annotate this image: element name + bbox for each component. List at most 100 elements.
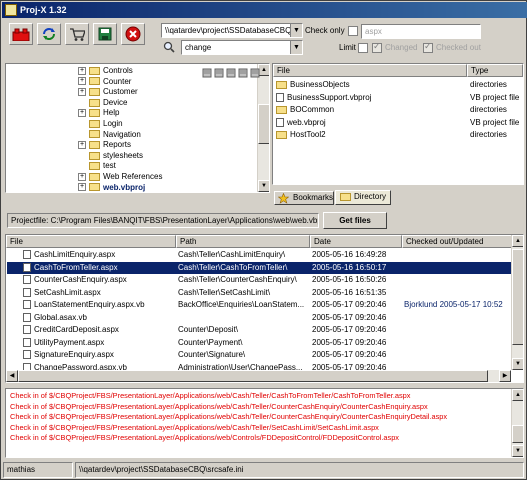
file-row[interactable]: Global.asax.vb 2005-05-17 09:20:46	[7, 312, 511, 325]
chevron-down-icon[interactable]: ▼	[290, 41, 302, 54]
file-header[interactable]: File	[6, 235, 176, 248]
dir-file: BusinessSupport.vbproj	[287, 92, 372, 102]
file-date-cell: 2005-05-16 16:49:28	[312, 250, 387, 259]
file-row[interactable]: CashToFromTeller.aspx Cash\Teller\CashToF…	[7, 261, 511, 274]
project-icon	[276, 117, 284, 127]
file-icon	[23, 312, 31, 322]
folder-icon	[276, 130, 287, 139]
projectfile-value: Projectfile: C:\Program Files\BANQIT\FBS…	[11, 216, 319, 225]
dir-type: directories	[470, 130, 507, 139]
directory-list: File Type BusinessObjects directories Busi…	[272, 63, 524, 185]
file-date-cell: 2005-05-17 09:20:46	[312, 350, 387, 359]
save-button[interactable]	[93, 23, 117, 45]
scroll-down-icon[interactable]: ▼	[512, 445, 523, 457]
tree-scrollbar[interactable]: ▲ ▼	[257, 64, 269, 192]
file-path-cell: Counter\Payment\	[178, 337, 243, 347]
expand-icon[interactable]: +	[78, 141, 86, 150]
log-scroll-thumb[interactable]	[512, 425, 523, 443]
file-path-cell: Cash\Teller\CashToFromTeller\	[178, 262, 288, 272]
changed-checkbox[interactable]	[372, 41, 382, 53]
lego-button[interactable]	[9, 23, 33, 45]
file-row[interactable]: LoanStatementEnquiry.aspx.vb BackOffice\E…	[7, 299, 511, 312]
expand-icon[interactable]: +	[78, 66, 86, 75]
file-row[interactable]: CreditCardDeposit.aspx Counter\Deposit\ 20…	[7, 324, 511, 337]
scroll-right-icon[interactable]: ▶	[499, 370, 511, 382]
cart-button[interactable]	[65, 23, 89, 45]
tab-bookmarks[interactable]: Bookmarks	[274, 191, 334, 205]
expand-icon[interactable]: +	[78, 88, 86, 97]
folder-icon	[89, 77, 100, 86]
expand-icon[interactable]: +	[78, 172, 86, 181]
dir-file: BusinessObjects	[290, 80, 350, 89]
checked-out-checkbox[interactable]	[423, 41, 433, 53]
tree-scroll-thumb[interactable]	[258, 104, 269, 144]
folder-icon	[276, 105, 287, 114]
file-icon	[23, 300, 31, 310]
chevron-down-icon[interactable]: ▼	[290, 24, 302, 37]
file-file-cell: Global.asax.vb	[9, 312, 175, 324]
path-combo[interactable]: \\qatardev\project\SSDatabaseCBQ\srcsafe…	[161, 23, 303, 38]
flag-icon	[214, 68, 224, 78]
file-file-cell: UtilityPayment.aspx	[9, 337, 175, 349]
search-combo[interactable]: change ▼	[181, 40, 303, 55]
limit-checkbox[interactable]	[358, 43, 368, 53]
scroll-left-icon[interactable]: ◀	[6, 370, 18, 382]
check-only-field[interactable]: aspx	[361, 24, 481, 39]
dir-row[interactable]: HostTool2 directories	[274, 129, 522, 142]
file-scrollbar[interactable]: ▲ ▼	[511, 235, 523, 370]
file-row[interactable]: CounterCashEnquiry.aspx Cash\Teller\Count…	[7, 274, 511, 287]
refresh-button[interactable]	[37, 23, 61, 45]
date-header[interactable]: Date	[310, 235, 402, 248]
refresh-icon	[43, 28, 55, 40]
changed-label: Changed	[385, 43, 418, 52]
dir-row[interactable]: web.vbproj VB project file	[274, 117, 522, 130]
log-scrollbar[interactable]: ▲ ▼	[511, 389, 523, 457]
dir-row[interactable]: BusinessObjects directories	[274, 79, 522, 92]
stop-icon	[125, 26, 141, 42]
tab-directory[interactable]: Directory	[335, 190, 391, 205]
file-icon	[23, 262, 31, 272]
app-icon	[5, 4, 17, 16]
check-only-checkbox[interactable]	[348, 26, 358, 36]
dir-file-header[interactable]: File	[273, 64, 467, 77]
stop-button[interactable]	[121, 23, 145, 45]
tree-item[interactable]: + web.vbproj	[78, 182, 145, 192]
title-bar[interactable]: Proj-X 1.32	[2, 2, 527, 18]
tree-item-label: Controls	[103, 66, 133, 75]
file-file-cell: SetCashLimit.aspx	[9, 287, 175, 299]
file-hscrollbar[interactable]: ◀ ▶	[6, 370, 511, 382]
dir-type: VB project file	[470, 117, 520, 127]
cart-icon	[70, 28, 85, 41]
folder-icon	[89, 141, 100, 150]
file-hscroll-thumb[interactable]	[18, 370, 488, 382]
file-scroll-thumb[interactable]	[512, 249, 523, 345]
file-row[interactable]: UtilityPayment.aspx Counter\Payment\ 2005-…	[7, 337, 511, 350]
scroll-up-icon[interactable]: ▲	[512, 389, 523, 401]
dir-row[interactable]: BusinessSupport.vbproj VB project file	[274, 92, 522, 105]
file-row[interactable]: CashLimitEnquiry.aspx Cash\Teller\CashLim…	[7, 249, 511, 262]
file-file-cell: LoanStatementEnquiry.aspx.vb	[9, 299, 175, 311]
expand-icon[interactable]: +	[78, 109, 86, 118]
scroll-down-icon[interactable]: ▼	[512, 358, 523, 370]
folder-icon	[89, 119, 100, 128]
dir-type-header[interactable]: Type	[467, 64, 523, 77]
expand-icon[interactable]: +	[78, 183, 86, 192]
checked-header[interactable]: Checked out/Updated	[402, 235, 512, 248]
folder-tree: + Controls + Counter + Customer Device + Help Log…	[5, 63, 270, 193]
dir-file: BOCommon	[290, 105, 335, 114]
folder-icon	[89, 162, 100, 171]
file-row[interactable]: SetCashLimit.aspx Cash\Teller\SetCashLimi…	[7, 287, 511, 300]
path-header[interactable]: Path	[176, 235, 310, 248]
folder-icon	[276, 80, 287, 89]
scroll-down-icon[interactable]: ▼	[258, 180, 269, 192]
dir-row[interactable]: BOCommon directories	[274, 104, 522, 117]
log-line: Check in of $/CBQProject/FBS/Presentatio…	[10, 422, 379, 432]
folder-icon	[340, 193, 351, 201]
main-window: Proj-X 1.32 \\qatardev\project\SSDatabas…	[0, 0, 527, 480]
get-files-button[interactable]: Get files	[323, 212, 387, 229]
scroll-up-icon[interactable]: ▲	[512, 235, 523, 247]
log-line: Check in of $/CBQProject/FBS/Presentatio…	[10, 391, 411, 400]
file-row[interactable]: SignatureEnquiry.aspx Counter\Signature\ 2…	[7, 349, 511, 362]
expand-icon[interactable]: +	[78, 77, 86, 86]
folder-icon	[89, 109, 100, 118]
